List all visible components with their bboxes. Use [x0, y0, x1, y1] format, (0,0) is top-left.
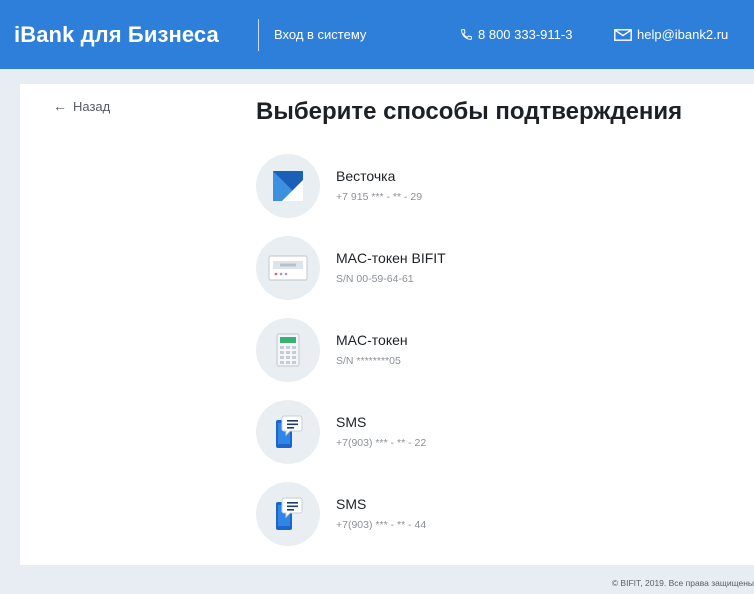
support-phone-number: 8 800 333-911-3 — [478, 27, 573, 42]
method-detail: S/N 00-59-64-61 — [336, 273, 414, 285]
arrow-left-icon: ← — [53, 98, 67, 114]
method-vestochka[interactable]: Весточка +7 915 *** - ** - 29 — [256, 154, 736, 218]
header-bar: iBank для Бизнеса Вход в систему 8 800 3… — [0, 0, 754, 69]
support-email-address: help@ibank2.ru — [637, 27, 729, 42]
method-name: MAC-токен — [336, 332, 408, 348]
method-name: Весточка — [336, 168, 396, 184]
support-phone[interactable]: 8 800 333-911-3 — [460, 0, 572, 69]
brand-logo[interactable]: iBank для Бизнеса — [14, 0, 219, 69]
method-mac-token-bifit[interactable]: MAC-токен BIFIT S/N 00-59-64-61 — [256, 236, 736, 300]
sms-phone-icon — [256, 400, 320, 464]
method-name: SMS — [336, 496, 367, 512]
method-mac-token[interactable]: MAC-токен S/N ********05 — [256, 318, 736, 382]
method-name: MAC-токен BIFIT — [336, 250, 446, 266]
back-label: Назад — [73, 98, 111, 114]
mail-icon — [614, 28, 632, 41]
header-divider — [258, 19, 259, 51]
method-detail: +7(903) *** - ** - 22 — [336, 437, 427, 449]
mac-token-bifit-icon — [256, 236, 320, 300]
support-email[interactable]: help@ibank2.ru — [614, 0, 728, 69]
page-title: Выберите способы подтверждения — [256, 98, 683, 125]
method-detail: +7(903) *** - ** - 44 — [336, 519, 427, 531]
method-name: SMS — [336, 414, 367, 430]
mac-token-icon — [256, 318, 320, 382]
phone-icon — [460, 28, 473, 41]
footer-copyright: © BIFIT, 2019. Все права защищены — [611, 578, 754, 588]
login-link[interactable]: Вход в систему — [274, 0, 366, 69]
vestochka-icon — [256, 154, 320, 218]
back-button[interactable]: ← Назад — [53, 98, 110, 114]
method-detail: +7 915 *** - ** - 29 — [336, 191, 423, 203]
method-sms-22[interactable]: SMS +7(903) *** - ** - 22 — [256, 400, 736, 464]
sms-phone-icon — [256, 482, 320, 546]
method-detail: S/N ********05 — [336, 355, 401, 367]
method-sms-44[interactable]: SMS +7(903) *** - ** - 44 — [256, 482, 736, 546]
confirmation-card: ← Назад Выберите способы подтверждения В… — [20, 84, 754, 565]
